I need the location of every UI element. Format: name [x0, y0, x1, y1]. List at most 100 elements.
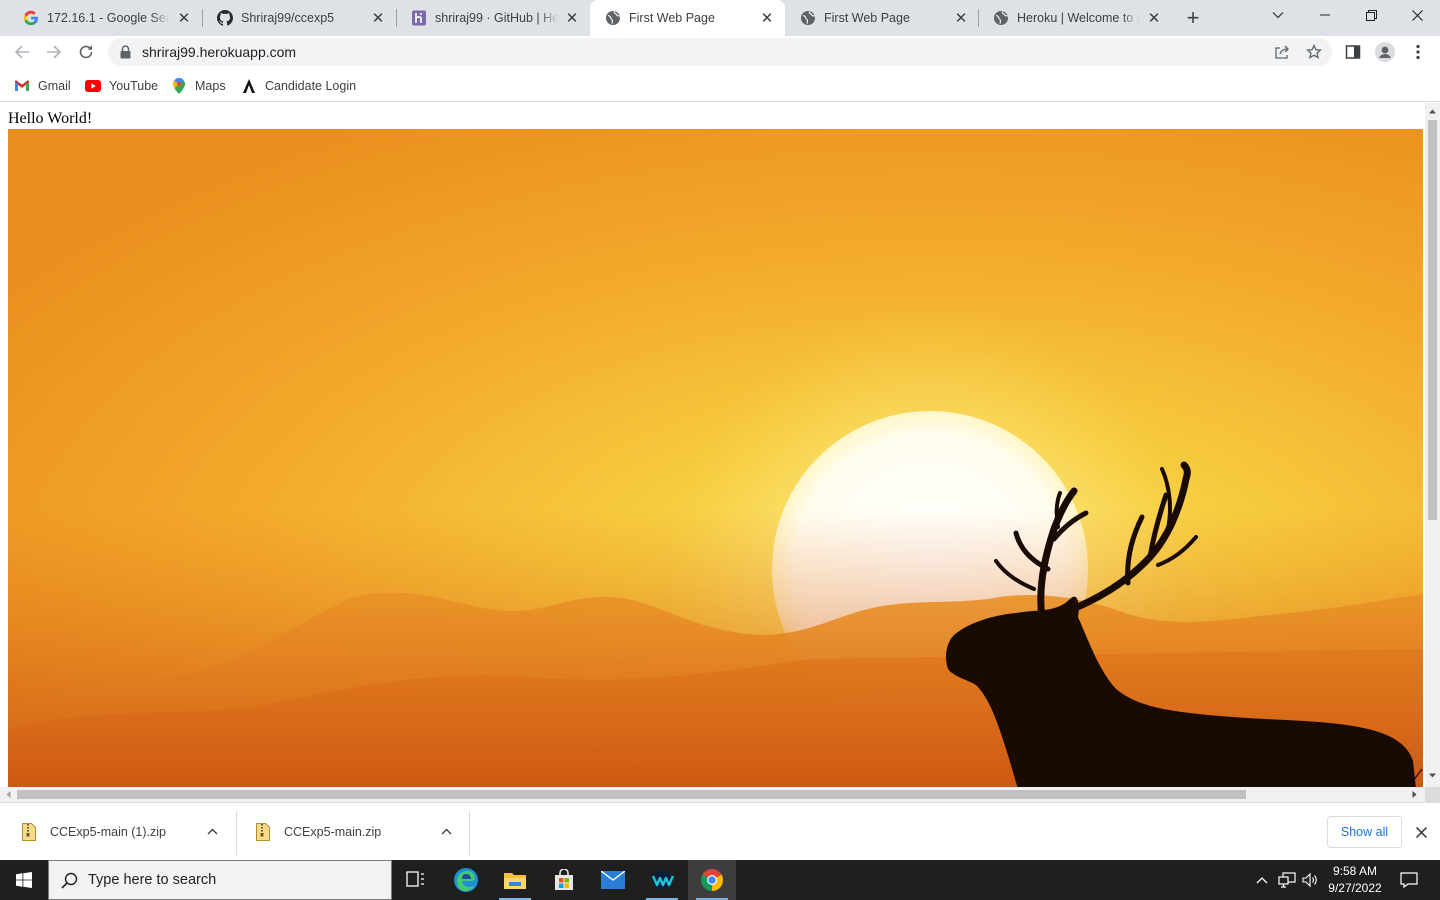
tab-title: Heroku | Welcome to your new app	[1017, 11, 1140, 25]
taskbar-app-store[interactable]	[540, 860, 588, 900]
task-view-button[interactable]	[392, 860, 440, 900]
tab-strip: 172.16.1 - Google Search ✕ Shriraj99/cce…	[0, 0, 1440, 36]
close-tab-icon[interactable]: ✕	[176, 10, 192, 27]
lock-icon[interactable]	[120, 45, 131, 59]
downloads-shelf: CCExp5-main (1).zip CCExp5-main.zip Show…	[0, 802, 1440, 860]
side-panel-icon	[1345, 45, 1361, 59]
volume-icon	[1302, 872, 1317, 888]
scroll-up-arrow-icon[interactable]	[1428, 107, 1437, 116]
mail-icon	[601, 871, 625, 889]
tab-heroku-welcome[interactable]: Heroku | Welcome to your new app ✕	[978, 0, 1172, 36]
chevron-up-icon	[1256, 877, 1268, 884]
taskbar-app-chrome[interactable]	[688, 860, 736, 900]
taskbar-search-box[interactable]: Type here to search	[48, 860, 392, 900]
bookmark-label: Gmail	[38, 79, 71, 93]
bookmark-star-button[interactable]	[1306, 44, 1322, 60]
store-icon	[555, 869, 573, 890]
scroll-right-arrow-icon[interactable]	[1410, 790, 1419, 799]
page-heading: Hello World!	[8, 110, 93, 127]
close-tab-icon[interactable]: ✕	[759, 10, 775, 27]
back-arrow-icon	[14, 45, 29, 59]
close-tab-icon[interactable]: ✕	[370, 10, 386, 27]
heroku-icon	[411, 10, 427, 26]
start-button[interactable]	[0, 860, 48, 900]
zip-file-icon	[22, 823, 36, 841]
tab-github-repo[interactable]: Shriraj99/ccexp5 ✕	[202, 0, 396, 36]
taskbar-app-webex[interactable]	[638, 860, 686, 900]
network-icon	[1278, 872, 1296, 888]
vertical-scroll-thumb[interactable]	[1428, 120, 1437, 520]
restore-icon	[1365, 9, 1377, 21]
scroll-left-arrow-icon[interactable]	[4, 790, 13, 799]
tab-heroku-github[interactable]: shriraj99 · GitHub | Heroku ✕	[396, 0, 590, 36]
scroll-down-arrow-icon[interactable]	[1428, 771, 1437, 780]
download-divider	[236, 811, 237, 855]
close-tab-icon[interactable]: ✕	[1146, 10, 1162, 27]
tab-title: First Web Page	[629, 11, 715, 25]
bookmark-youtube[interactable]: YouTube	[85, 76, 158, 96]
taskbar-app-mail[interactable]	[589, 860, 637, 900]
taskbar-app-edge[interactable]	[442, 860, 490, 900]
tab-google-search[interactable]: 172.16.1 - Google Search ✕	[8, 0, 202, 36]
show-all-downloads-button[interactable]: Show all	[1327, 816, 1402, 848]
share-icon	[1275, 45, 1289, 59]
reload-button[interactable]	[72, 38, 100, 66]
download-filename: CCExp5-main.zip	[284, 825, 382, 839]
download-item[interactable]: CCExp5-main.zip	[256, 803, 470, 861]
globe-icon	[800, 10, 816, 26]
restore-button[interactable]	[1348, 0, 1394, 30]
browser-menu-button[interactable]	[1404, 38, 1432, 66]
close-tab-icon[interactable]: ✕	[953, 10, 969, 27]
search-placeholder: Type here to search	[88, 872, 217, 888]
side-panel-button[interactable]	[1339, 38, 1367, 66]
edge-icon	[454, 868, 478, 892]
tab-search-button[interactable]	[1255, 0, 1301, 30]
minimize-icon	[1320, 14, 1330, 16]
bookmark-label: Maps	[195, 79, 226, 93]
clock-time: 9:58 AM	[1332, 864, 1378, 878]
gmail-icon	[14, 78, 30, 94]
bookmark-gmail[interactable]: Gmail	[14, 76, 71, 96]
star-icon	[1306, 44, 1322, 59]
back-button[interactable]	[8, 38, 36, 66]
chevron-up-icon[interactable]	[439, 824, 453, 838]
horizontal-scrollbar[interactable]	[0, 787, 1425, 802]
show-hidden-icons-button[interactable]	[1252, 860, 1272, 900]
kebab-menu-icon	[1416, 44, 1420, 60]
youtube-icon	[85, 78, 101, 94]
horizontal-scroll-thumb[interactable]	[17, 790, 1246, 799]
address-bar[interactable]: shriraj99.herokuapp.com	[108, 38, 1332, 66]
chevron-up-icon[interactable]	[205, 824, 219, 838]
close-shelf-button[interactable]	[1412, 823, 1430, 841]
windows-taskbar: Type here to search 9:58 AM 9/27/2022	[0, 860, 1440, 900]
new-tab-button[interactable]: +	[1181, 5, 1205, 30]
volume-button[interactable]	[1300, 860, 1320, 900]
windows-logo-icon	[16, 872, 32, 888]
vertical-scrollbar[interactable]	[1425, 103, 1440, 787]
share-button[interactable]	[1274, 44, 1290, 60]
system-clock[interactable]: 9:58 AM 9/27/2022	[1322, 863, 1388, 897]
page-viewport: Hello World!	[0, 103, 1425, 787]
action-center-button[interactable]	[1394, 860, 1424, 900]
minimize-button[interactable]	[1302, 0, 1348, 30]
network-button[interactable]	[1276, 860, 1298, 900]
tab-first-web-page[interactable]: First Web Page ✕	[785, 0, 979, 36]
download-item[interactable]: CCExp5-main (1).zip	[22, 803, 236, 861]
bookmark-candidate-login[interactable]: Candidate Login	[241, 76, 356, 96]
close-window-button[interactable]	[1394, 0, 1440, 30]
forward-button[interactable]	[40, 38, 68, 66]
tab-first-web-page-active[interactable]: First Web Page ✕	[590, 0, 785, 36]
close-tab-icon[interactable]: ✕	[564, 10, 580, 27]
webex-icon	[651, 870, 675, 890]
tab-title: First Web Page	[824, 11, 910, 25]
bookmark-label: YouTube	[109, 79, 159, 93]
zip-file-icon	[256, 823, 270, 841]
scrollbar-corner	[1425, 787, 1440, 802]
bookmarks-bar: Gmail YouTube Maps Candidate Login	[0, 70, 1440, 102]
close-icon	[1411, 9, 1423, 21]
taskbar-app-file-explorer[interactable]	[491, 860, 539, 900]
profile-button[interactable]	[1371, 38, 1399, 66]
close-icon	[1415, 826, 1427, 838]
bookmark-maps[interactable]: Maps	[171, 76, 226, 96]
url-text[interactable]: shriraj99.herokuapp.com	[142, 44, 296, 60]
